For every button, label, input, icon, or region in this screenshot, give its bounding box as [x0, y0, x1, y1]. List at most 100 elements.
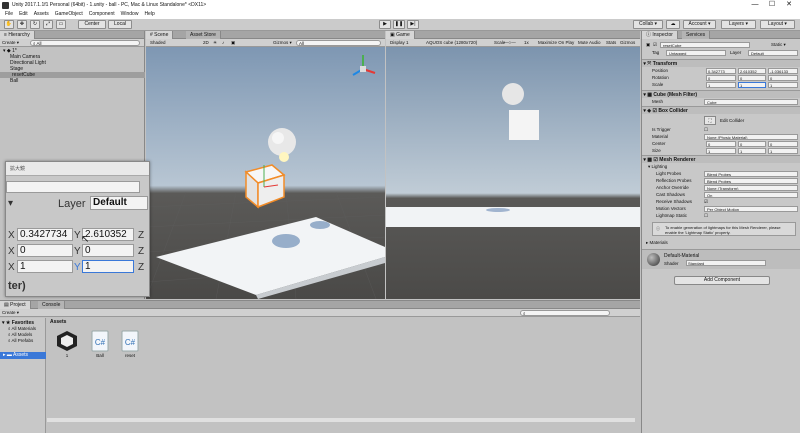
- tab-asset-store[interactable]: Asset Store: [186, 31, 221, 39]
- cast-shadows-dropdown[interactable]: On: [704, 191, 798, 198]
- edit-collider-button[interactable]: ⛶: [704, 116, 716, 125]
- favorite-item[interactable]: ⌕ All Models: [8, 332, 32, 337]
- display-dropdown[interactable]: Display 1: [388, 40, 411, 46]
- magnified-dropdown-arrow[interactable]: ▾: [8, 198, 13, 209]
- anchor-override-field[interactable]: None (Transform): [704, 184, 798, 191]
- is-trigger-checkbox[interactable]: ☐: [704, 126, 708, 133]
- magnified-name-field[interactable]: [6, 181, 140, 193]
- game-gizmos-dropdown[interactable]: Gizmos ▾: [618, 40, 640, 51]
- size-y-field[interactable]: 1: [738, 147, 766, 154]
- scale-z-field[interactable]: 1: [768, 81, 798, 88]
- tab-game[interactable]: ▣ Game: [386, 31, 415, 39]
- step-icon[interactable]: ▶|: [407, 20, 419, 29]
- asset-item[interactable]: C# reset: [118, 330, 142, 358]
- favorite-item[interactable]: ⌕ All Materials: [8, 326, 36, 331]
- tab-scene[interactable]: # Scene: [146, 31, 174, 39]
- receive-shadows-checkbox[interactable]: ☑: [704, 198, 708, 205]
- layers-dropdown[interactable]: Layers ▾: [721, 20, 756, 29]
- mesh-filter-header[interactable]: ▾ ▦ Cube (Mesh Filter): [642, 90, 800, 98]
- menu-gameobject[interactable]: GameObject: [52, 11, 86, 18]
- account-button[interactable]: Account ▾: [683, 20, 716, 29]
- active-checkbox[interactable]: ☑: [653, 41, 657, 48]
- hierarchy-item[interactable]: Ball: [10, 78, 18, 84]
- scene-view[interactable]: # Scene Asset Store Shaded 2D ☀ ♪ ▣ Gizm…: [146, 31, 385, 299]
- materials-foldout[interactable]: ▸ Materials: [646, 239, 668, 246]
- light-probes-dropdown[interactable]: Blend Probes: [704, 170, 798, 177]
- magnified-position-x[interactable]: 0.3427734: [17, 228, 73, 241]
- magnified-rotation-x[interactable]: 0: [17, 244, 73, 257]
- effects-toggle-icon[interactable]: ▣: [229, 40, 237, 46]
- scale-x-field[interactable]: 1: [706, 81, 736, 88]
- project-search-input[interactable]: ⌕: [520, 310, 610, 316]
- center-y-field[interactable]: 0: [738, 140, 766, 147]
- lighting-toggle-icon[interactable]: ☀: [211, 40, 219, 46]
- hierarchy-create-button[interactable]: Create ▾: [0, 40, 21, 46]
- menu-help[interactable]: Help: [141, 11, 157, 18]
- project-scrollbar[interactable]: [47, 418, 635, 422]
- mesh-renderer-header[interactable]: ▾ ▩ ☑ Mesh Renderer: [642, 155, 800, 163]
- center-z-field[interactable]: 0: [768, 140, 798, 147]
- maximize-button[interactable]: ☐: [764, 1, 780, 10]
- audio-toggle-icon[interactable]: ♪: [220, 40, 226, 46]
- magnifier-titlebar[interactable]: 拡大鏡: [6, 162, 149, 176]
- magnified-rotation-y[interactable]: 0: [82, 244, 134, 257]
- hierarchy-search-input[interactable]: ⌕ All: [30, 40, 140, 46]
- project-create-button[interactable]: Create ▾: [0, 310, 21, 316]
- lightmap-static-checkbox[interactable]: ☐: [704, 212, 708, 219]
- mesh-field[interactable]: Cube: [704, 98, 798, 105]
- menu-component[interactable]: Component: [86, 11, 118, 18]
- rotation-z-field[interactable]: 0: [768, 74, 798, 81]
- stats-toggle[interactable]: Stats: [604, 40, 618, 46]
- tab-project[interactable]: ▤ Project: [0, 301, 31, 309]
- scale-slider[interactable]: —○—: [502, 40, 522, 46]
- cloud-icon[interactable]: ☁: [666, 20, 680, 29]
- sun-light-icon[interactable]: [279, 152, 289, 162]
- pivot-center-button[interactable]: Center: [78, 20, 106, 29]
- collab-button[interactable]: Collab ▾: [633, 20, 663, 29]
- 2d-toggle[interactable]: 2D: [201, 40, 211, 46]
- minimize-button[interactable]: —: [747, 1, 763, 10]
- asset-item[interactable]: 1: [55, 330, 79, 358]
- tab-services[interactable]: Services: [682, 31, 711, 39]
- motion-vectors-dropdown[interactable]: Per Object Motion: [704, 205, 798, 212]
- add-component-button[interactable]: Add Component: [674, 276, 770, 285]
- maximize-on-play-toggle[interactable]: Maximize On Play: [536, 40, 576, 46]
- hand-tool-icon[interactable]: ✋: [4, 20, 14, 29]
- rect-tool-icon[interactable]: ▭: [56, 20, 66, 29]
- lighting-foldout[interactable]: ▾ Lighting: [648, 163, 667, 170]
- position-z-field[interactable]: -1.036133: [768, 67, 798, 74]
- asset-item[interactable]: C# Ball: [88, 330, 112, 358]
- reflection-probes-dropdown[interactable]: Blend Probes: [704, 177, 798, 184]
- mute-audio-toggle[interactable]: Mute Audio: [576, 40, 603, 46]
- shader-dropdown[interactable]: Standard: [686, 260, 766, 266]
- close-button[interactable]: ✕: [781, 1, 797, 10]
- favorite-item[interactable]: ⌕ All Prefabs: [8, 338, 33, 343]
- rotate-tool-icon[interactable]: ↻: [30, 20, 40, 29]
- magnified-scale-x[interactable]: 1: [17, 260, 73, 273]
- pause-icon[interactable]: ❚❚: [393, 20, 405, 29]
- static-checkbox[interactable]: Static ▾: [771, 41, 786, 48]
- size-x-field[interactable]: 1: [706, 147, 736, 154]
- menu-assets[interactable]: Assets: [31, 11, 52, 18]
- rotation-x-field[interactable]: 0: [706, 74, 736, 81]
- magnifier-overlay[interactable]: 拡大鏡 ▾ Layer Default X 0.3427734 Y 2.6103…: [5, 161, 150, 297]
- menu-window[interactable]: Window: [118, 11, 142, 18]
- transform-header[interactable]: ▾ ⤧ Transform: [642, 59, 800, 67]
- tab-inspector[interactable]: ⓘ Inspector: [642, 31, 678, 39]
- material-section[interactable]: Default-Material Shader Standard: [642, 249, 800, 269]
- object-name-field[interactable]: resetCube: [660, 41, 750, 48]
- magnified-layer-dropdown[interactable]: Default: [90, 196, 148, 210]
- layer-dropdown[interactable]: Default: [748, 49, 798, 56]
- physic-material-field[interactable]: None (Physic Material): [704, 133, 798, 140]
- menu-edit[interactable]: Edit: [16, 11, 31, 18]
- menu-file[interactable]: File: [2, 11, 16, 18]
- tag-dropdown[interactable]: Untagged: [666, 49, 726, 56]
- position-x-field[interactable]: 0.342773: [706, 67, 736, 74]
- box-collider-header[interactable]: ▾ ◈ ☑ Box Collider: [642, 106, 800, 114]
- tab-console[interactable]: Console: [38, 301, 66, 309]
- assets-folder[interactable]: ▸ ▬ Assets: [0, 352, 46, 359]
- magnified-position-y[interactable]: 2.610352: [82, 228, 134, 241]
- position-y-field[interactable]: 2.610352: [738, 67, 766, 74]
- game-view[interactable]: ▣ Game Display 1 AQUOS cube (1280x720) S…: [386, 31, 640, 299]
- scene-gizmos-dropdown[interactable]: Gizmos ▾: [271, 40, 294, 46]
